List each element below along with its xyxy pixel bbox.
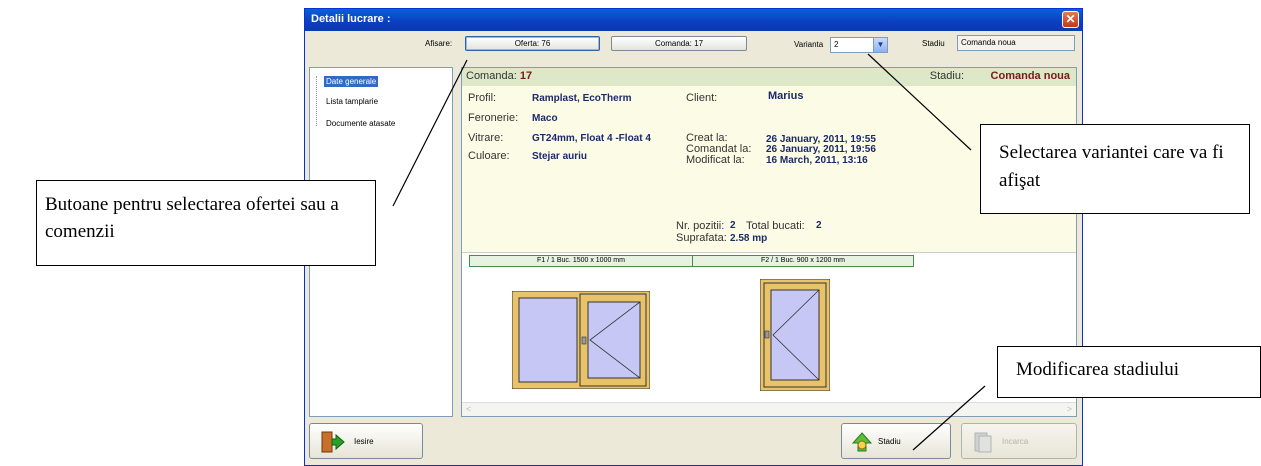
annotation-lines	[392, 53, 986, 451]
leader-line-butoane	[392, 59, 468, 207]
leader-line-selectarea	[867, 53, 972, 151]
leader-line-modificarea	[912, 385, 986, 451]
